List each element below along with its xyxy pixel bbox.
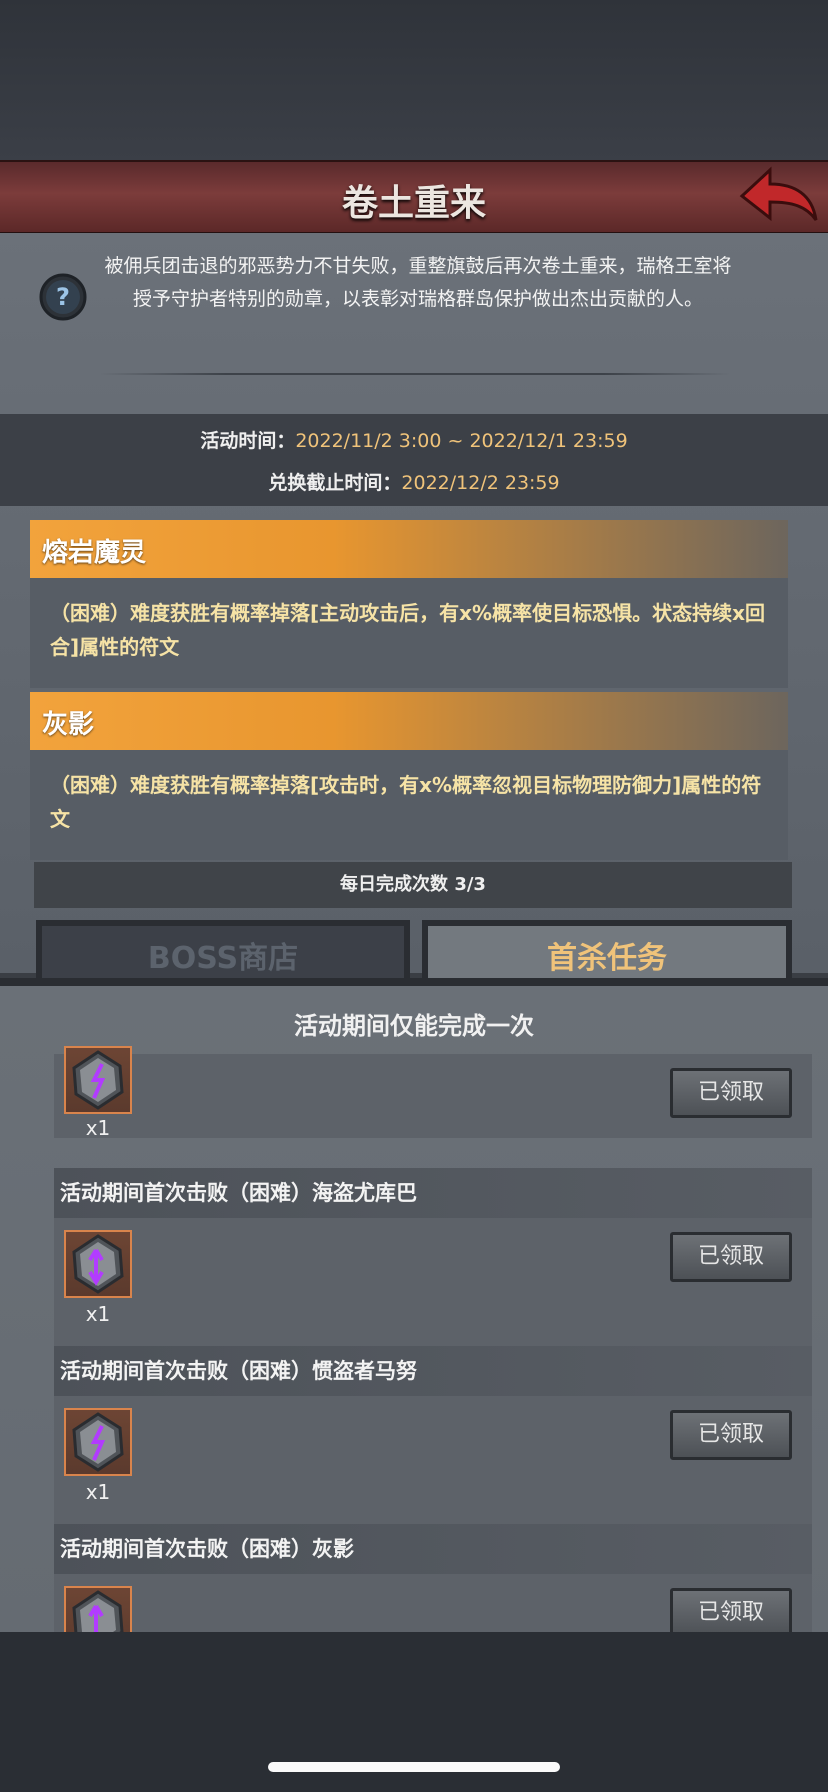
exchange-deadline-row: 兑换截止时间：2022/12/2 23:59 xyxy=(0,468,828,495)
event-description: 被佣兵团击退的邪恶势力不甘失败，重整旗鼓后再次卷土重来，瑞格王室将授予守护者特别… xyxy=(104,255,732,310)
task-title: 活动期间首次击败（困难）海盗尤库巴 xyxy=(54,1168,812,1218)
svg-text:?: ? xyxy=(56,283,70,311)
reward-card-header: 灰影 xyxy=(30,692,788,750)
top-background xyxy=(0,0,828,160)
claimed-button[interactable]: 已领取 xyxy=(670,1588,792,1632)
activity-time-value: 2022/11/2 3:00 ~ 2022/12/1 23:59 xyxy=(295,430,628,452)
exchange-deadline-label: 兑换截止时间： xyxy=(268,472,402,494)
list-title: 活动期间仅能完成一次 xyxy=(294,1012,534,1040)
rune-item[interactable] xyxy=(64,1230,132,1298)
task-list[interactable]: 活动期间仅能完成一次 x1 已领取 活动期间首次击败（困难）海盗尤库巴 x1 已… xyxy=(0,986,828,1632)
item-quantity: x1 xyxy=(85,1302,111,1326)
claimed-button[interactable]: 已领取 xyxy=(670,1232,792,1282)
exchange-deadline-value: 2022/12/2 23:59 xyxy=(401,472,560,494)
task-title: 活动期间首次击败（困难）惯盗者马努 xyxy=(54,1346,812,1396)
reward-description: （困难）难度获胜有概率掉落[主动攻击后，有x%概率使目标恐惧。状态持续x回合]属… xyxy=(50,601,765,659)
page-title: 卷土重来 xyxy=(341,183,486,224)
task-body: x1 已领取 xyxy=(54,1396,812,1524)
tab-boss-shop[interactable]: BOSS商店 xyxy=(36,920,410,986)
task-title: 活动期间首次击败（困难）灰影 xyxy=(54,1524,812,1574)
reward-card: 灰影 （困难）难度获胜有概率掉落[攻击时，有x%概率忽视目标物理防御力]属性的符… xyxy=(30,692,788,860)
reward-card: 熔岩魔灵 （困难）难度获胜有概率掉落[主动攻击后，有x%概率使目标恐惧。状态持续… xyxy=(30,520,788,688)
item-quantity: x1 xyxy=(85,1116,111,1140)
task-body: x1 已领取 xyxy=(54,1046,812,1140)
rune-item[interactable] xyxy=(64,1586,132,1632)
help-icon[interactable]: ? xyxy=(38,272,88,322)
item-quantity: x1 xyxy=(85,1480,111,1504)
rune-item[interactable] xyxy=(64,1046,132,1114)
activity-time-row: 活动时间：2022/11/2 3:00 ~ 2022/12/1 23:59 xyxy=(0,426,828,453)
boss-name: 熔岩魔灵 xyxy=(42,538,147,568)
task-body: 已领取 xyxy=(54,1574,812,1632)
rune-item[interactable] xyxy=(64,1408,132,1476)
task-body: x1 已领取 xyxy=(54,1218,812,1346)
rune-icon xyxy=(72,1050,124,1110)
boss-name: 灰影 xyxy=(42,710,95,740)
title-bar: 卷土重来 xyxy=(0,160,828,235)
back-arrow-icon xyxy=(739,166,818,222)
activity-time-label: 活动时间： xyxy=(200,430,296,452)
rune-icon xyxy=(72,1234,124,1294)
rune-icon xyxy=(72,1590,124,1632)
claimed-button[interactable]: 已领取 xyxy=(670,1068,792,1118)
daily-completion: 每日完成次数 3/3 xyxy=(34,862,792,908)
reward-description: （困难）难度获胜有概率掉落[攻击时，有x%概率忽视目标物理防御力]属性的符文 xyxy=(50,773,762,831)
back-button[interactable] xyxy=(736,164,820,230)
claimed-button[interactable]: 已领取 xyxy=(670,1410,792,1460)
reward-card-header: 熔岩魔灵 xyxy=(30,520,788,578)
rune-icon xyxy=(72,1412,124,1472)
home-indicator[interactable] xyxy=(268,1762,560,1772)
tab-first-kill[interactable]: 首杀任务 xyxy=(422,920,792,986)
time-info: 活动时间：2022/11/2 3:00 ~ 2022/12/1 23:59 兑换… xyxy=(0,414,828,506)
divider xyxy=(100,373,730,375)
tab-bar-divider xyxy=(0,978,828,986)
